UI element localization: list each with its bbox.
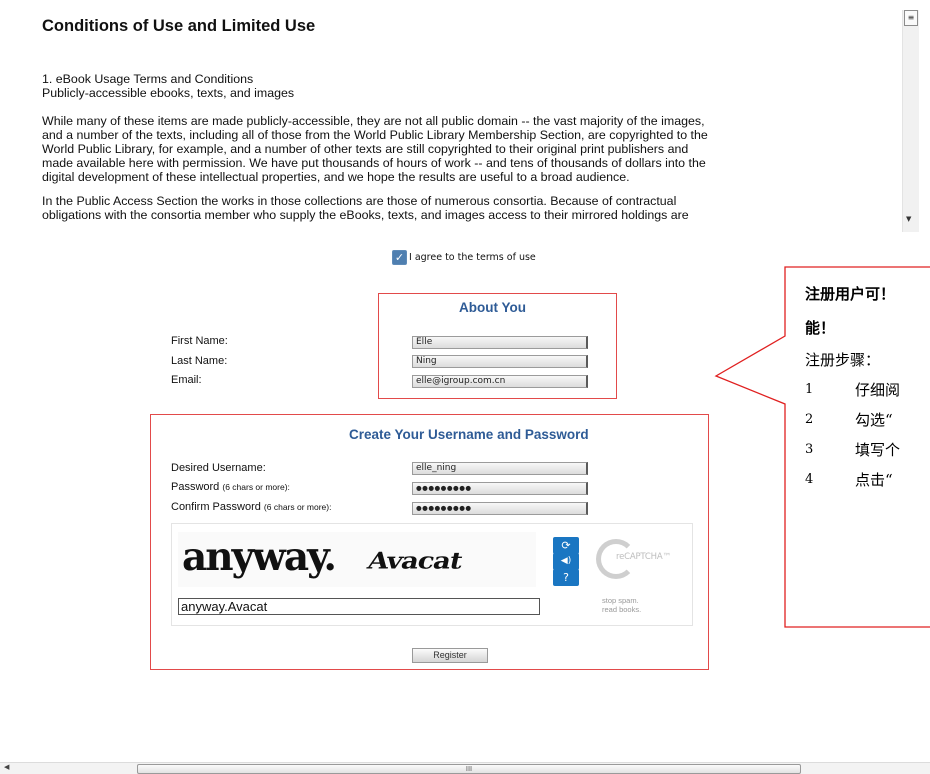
step-number: 2 [805,412,814,427]
step-number: 4 [805,472,814,487]
horizontal-scrollbar[interactable]: ◀ III [0,762,930,774]
step-number: 1 [805,382,814,397]
callout-heading-1: 注册用户可！ [805,285,896,303]
step-text: 仔细阅 [855,381,901,399]
step-text: 填写个 [855,441,901,459]
callout-text: 注册用户可！ 能！ 注册步骤： 1 仔细阅 2 勾选“ 3 填写个 4 点击“ [805,277,930,495]
callout-step: 2 勾选“ [805,405,930,435]
callout-step: 1 仔细阅 [805,375,930,405]
step-text: 点击“ [855,471,893,489]
callout-bubble [714,266,930,628]
scroll-left-arrow-icon[interactable]: ◀ [4,763,9,771]
callout-step: 3 填写个 [805,435,930,465]
step-text: 勾选“ [855,411,893,429]
callout-heading-2: 能！ [805,319,836,337]
callout-steps-title: 注册步骤： [805,351,881,369]
step-number: 3 [805,442,814,457]
callout-step: 4 点击“ [805,465,930,495]
